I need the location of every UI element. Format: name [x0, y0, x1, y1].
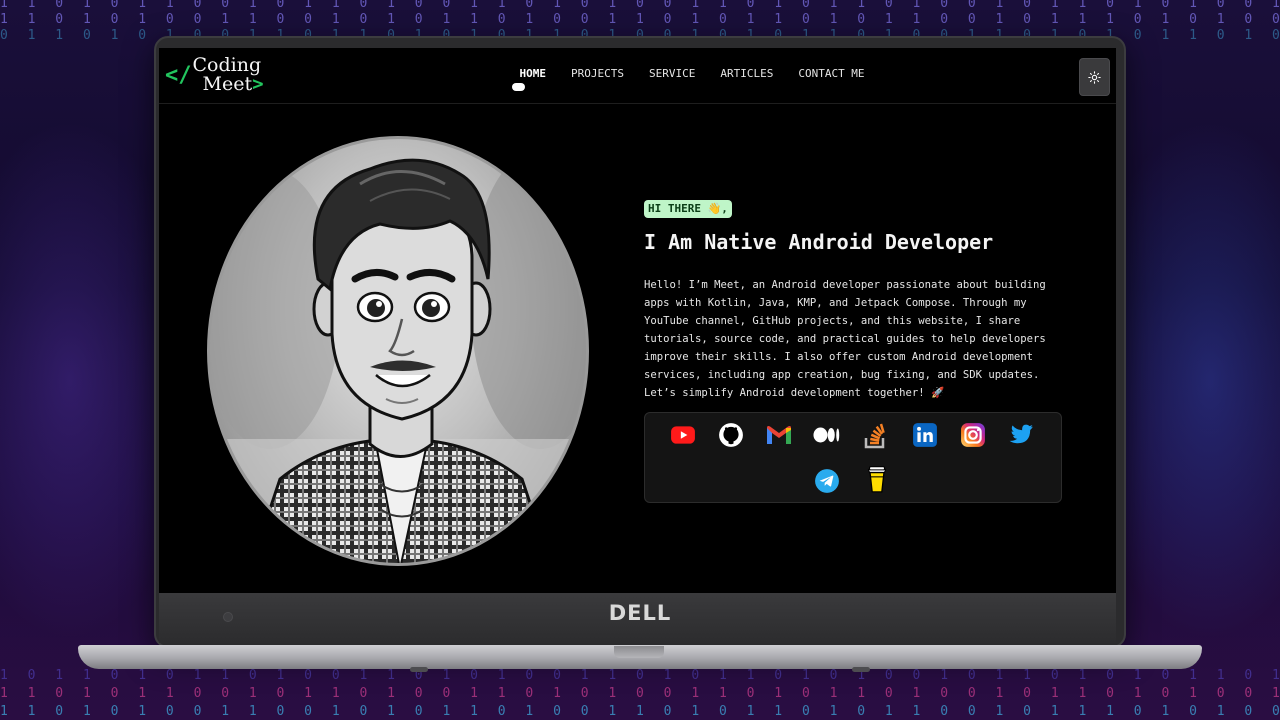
- sun-icon: [1088, 70, 1101, 84]
- avatar: [207, 136, 589, 566]
- gmail-icon[interactable]: [765, 421, 793, 449]
- instagram-icon[interactable]: [959, 421, 987, 449]
- laptop-foot: [852, 667, 870, 672]
- nav-contact-me[interactable]: CONTACT ME: [786, 67, 877, 80]
- stackoverflow-icon[interactable]: [861, 421, 889, 449]
- laptop-hinge-notch: [614, 646, 664, 658]
- social-links-card: [644, 412, 1062, 503]
- medium-icon[interactable]: [813, 421, 841, 449]
- site-navbar: </ Coding Meet> HOME PROJECTS SERVICE AR…: [159, 48, 1116, 104]
- nav-projects[interactable]: PROJECTS: [559, 67, 637, 80]
- greeting-badge: HI THERE 👋,: [644, 200, 732, 218]
- nav-links: HOME PROJECTS SERVICE ARTICLES CONTACT M…: [507, 67, 877, 80]
- telegram-icon[interactable]: [813, 467, 841, 495]
- hero-description: Hello! I’m Meet, an Android developer pa…: [644, 279, 1046, 399]
- logo-bracket-close: >: [252, 73, 264, 95]
- logo-text: Coding Meet>: [193, 56, 264, 94]
- binary-row: 1 0 1 1 0 1 0 1 1 0 1 0 0 1 1 0 1 0 1 0 …: [0, 668, 1280, 683]
- site-logo[interactable]: </ Coding Meet>: [165, 56, 264, 94]
- nav-service[interactable]: SERVICE: [636, 67, 707, 80]
- youtube-icon[interactable]: [669, 421, 697, 449]
- linkedin-icon[interactable]: [911, 421, 939, 449]
- nav-active-indicator: [512, 83, 525, 91]
- camera-icon: [223, 612, 233, 622]
- logo-bracket-open: </: [165, 62, 192, 88]
- theme-toggle-button[interactable]: [1079, 58, 1110, 96]
- logo-line-2-text: Meet: [202, 73, 253, 95]
- binary-row: 1 1 0 1 0 1 1 0 0 1 0 1 1 0 1 0 0 1 1 0 …: [0, 686, 1280, 701]
- nav-articles[interactable]: ARTICLES: [708, 67, 786, 80]
- cartoon-avatar-portrait: [210, 149, 586, 563]
- logo-line-2: Meet>: [193, 75, 264, 94]
- laptop-foot: [410, 667, 428, 672]
- twitter-icon[interactable]: [1007, 421, 1035, 449]
- buymeacoffee-icon[interactable]: [863, 465, 891, 493]
- binary-row: 1 1 0 1 0 1 0 0 1 1 0 0 1 0 1 0 1 1 0 1 …: [0, 704, 1280, 719]
- device-brand-logo: DELL: [608, 601, 672, 625]
- hero-title: I Am Native Android Developer: [644, 230, 994, 254]
- laptop-screen: </ Coding Meet> HOME PROJECTS SERVICE AR…: [159, 48, 1116, 593]
- nav-home[interactable]: HOME: [507, 67, 559, 80]
- binary-row: 1 1 0 1 0 1 1 0 0 1 0 1 1 0 1 0 0 1 1 0 …: [0, 0, 1280, 11]
- github-icon[interactable]: [717, 421, 745, 449]
- binary-row: 1 1 0 1 0 1 0 0 1 1 0 0 1 0 1 0 1 1 0 1 …: [0, 12, 1280, 27]
